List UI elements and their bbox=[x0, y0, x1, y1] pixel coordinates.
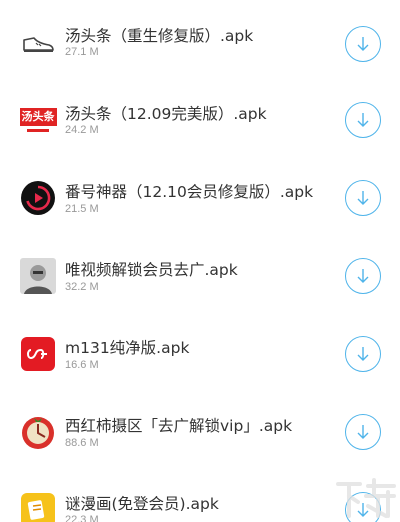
avatar-photo-icon bbox=[20, 258, 56, 294]
download-button[interactable] bbox=[345, 258, 381, 294]
app-name: 西红柿摄区「去广解锁vip」.apk bbox=[65, 417, 293, 435]
app-name: m131纯净版.apk bbox=[65, 339, 190, 357]
app-size: 22.3 M bbox=[65, 514, 99, 522]
list-item[interactable]: 番号神器（12.10会员修复版）.apk 21.5 M bbox=[0, 158, 400, 236]
download-arrow-icon bbox=[357, 37, 369, 51]
app-name: 番号神器（12.10会员修复版）.apk bbox=[65, 183, 314, 201]
app-name: 唯视频解锁会员去广.apk bbox=[65, 261, 238, 279]
list-item[interactable]: m131纯净版.apk 16.6 M bbox=[0, 318, 400, 396]
app-name: 汤头条（重生修复版）.apk bbox=[65, 27, 254, 45]
app-size: 21.5 M bbox=[65, 203, 99, 215]
download-arrow-icon bbox=[357, 113, 369, 127]
app-name: 谜漫画(免登会员).apk bbox=[65, 495, 219, 513]
download-arrow-icon bbox=[357, 269, 369, 283]
watermark-logo bbox=[262, 476, 396, 518]
download-arrow-icon bbox=[357, 425, 369, 439]
lastfm-icon bbox=[20, 336, 56, 372]
app-size: 24.2 M bbox=[65, 124, 99, 136]
list-item[interactable]: 汤头条 汤头条（12.09完美版）.apk 24.2 M bbox=[0, 78, 400, 156]
tomato-icon bbox=[20, 414, 56, 450]
list-item[interactable]: 西红柿摄区「去广解锁vip」.apk 88.6 M bbox=[0, 396, 400, 474]
app-name: 汤头条（12.09完美版）.apk bbox=[65, 105, 267, 123]
download-arrow-icon bbox=[357, 191, 369, 205]
download-button[interactable] bbox=[345, 102, 381, 138]
app-size: 27.1 M bbox=[65, 46, 99, 58]
list-item[interactable]: 汤头条（重生修复版）.apk 27.1 M bbox=[0, 0, 400, 78]
download-button[interactable] bbox=[345, 414, 381, 450]
download-button[interactable] bbox=[345, 26, 381, 62]
list-item[interactable]: 唯视频解锁会员去广.apk 32.2 M bbox=[0, 238, 400, 316]
app-size: 16.6 M bbox=[65, 359, 99, 371]
app-size: 32.2 M bbox=[65, 281, 99, 293]
apk-download-list: 汤头条（重生修复版）.apk 27.1 M 汤头条 汤头条（12.09完美版）.… bbox=[0, 0, 400, 522]
sneaker-icon bbox=[20, 26, 56, 62]
download-button[interactable] bbox=[345, 336, 381, 372]
play-disc-icon bbox=[20, 180, 56, 216]
comic-icon bbox=[20, 492, 56, 522]
download-button[interactable] bbox=[345, 180, 381, 216]
tangtoutiao-logo-icon: 汤头条 bbox=[18, 102, 58, 138]
download-arrow-icon bbox=[357, 347, 369, 361]
app-size: 88.6 M bbox=[65, 437, 99, 449]
